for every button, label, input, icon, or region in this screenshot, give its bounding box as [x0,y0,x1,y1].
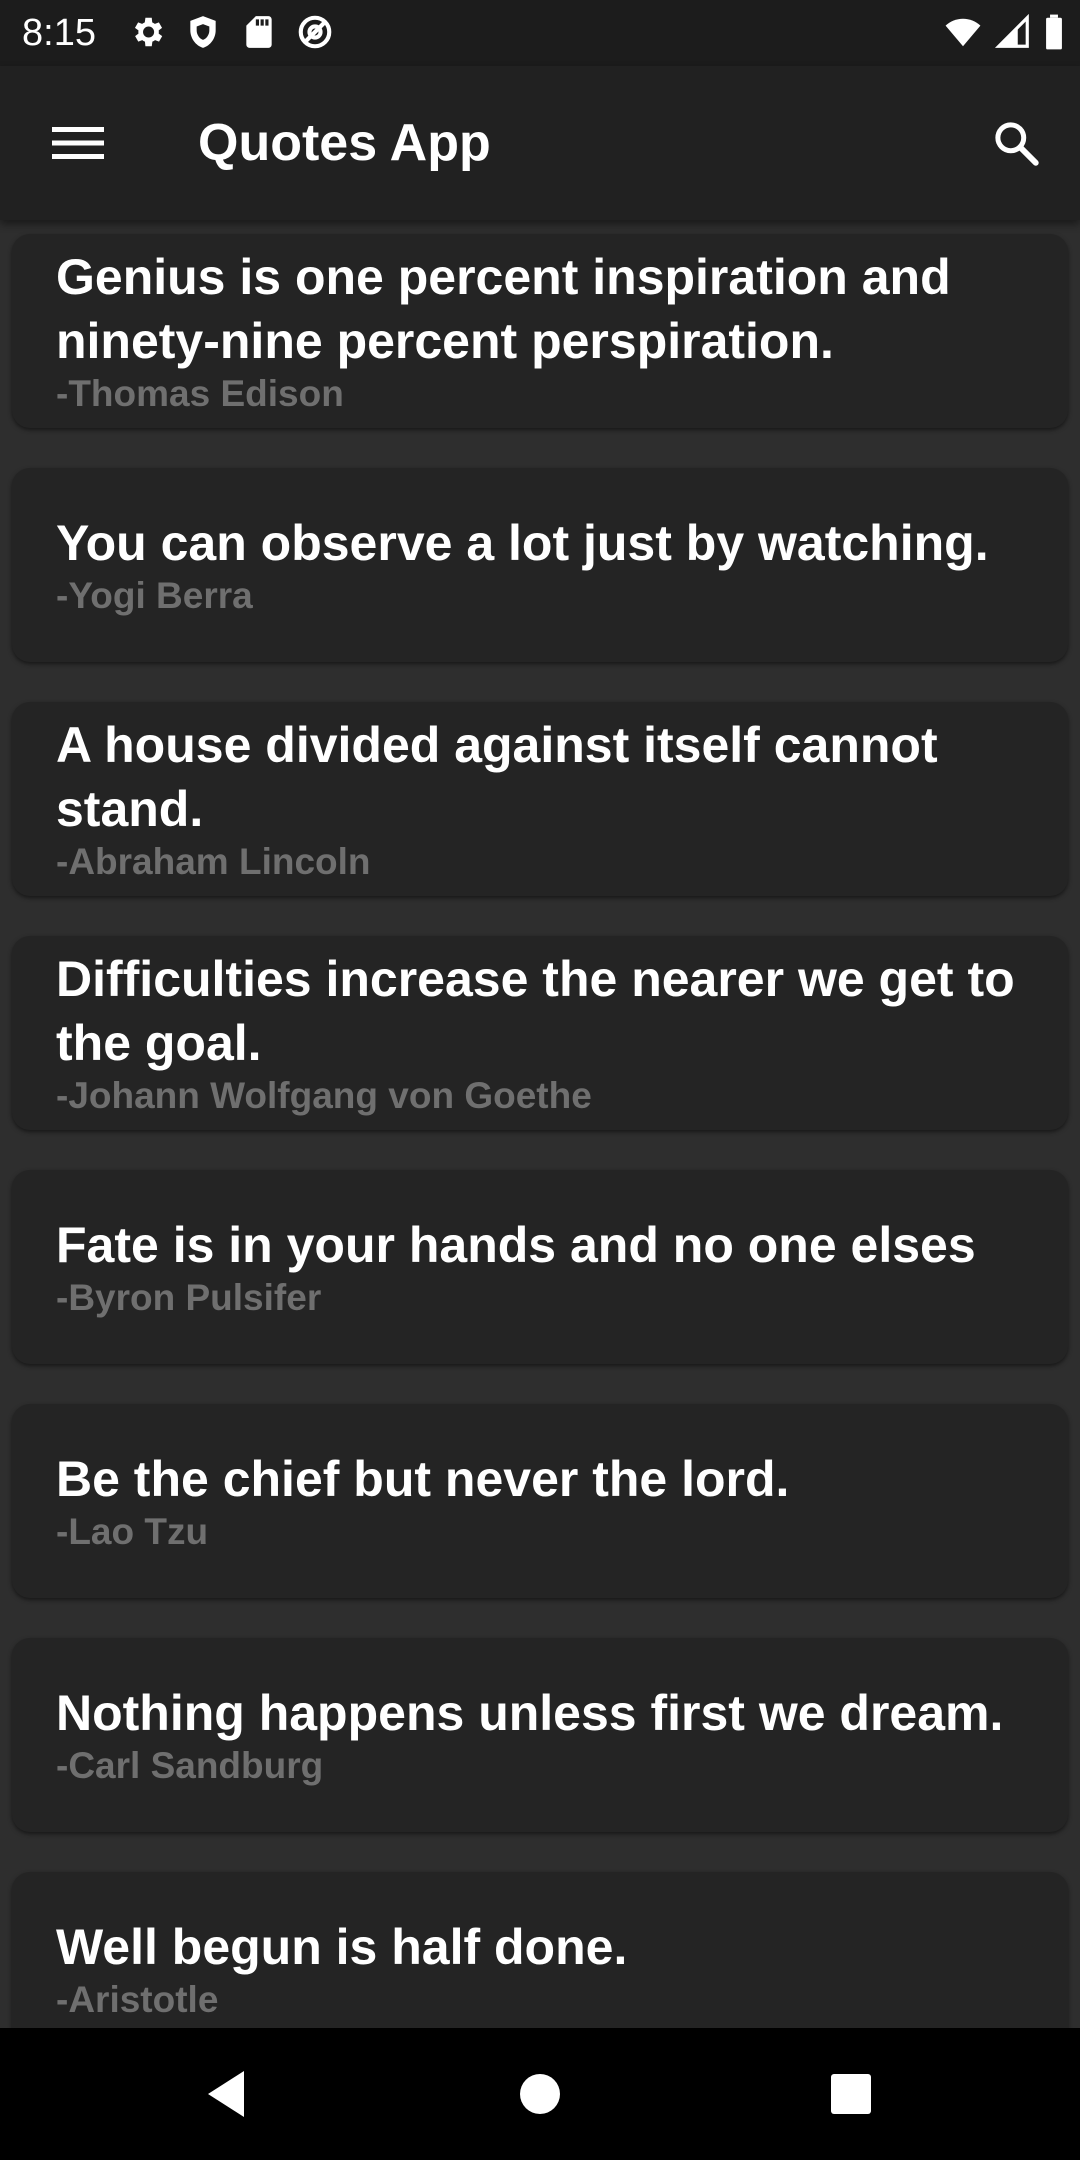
quote-card[interactable]: A house divided against itself cannot st… [12,702,1068,896]
quote-list[interactable]: Genius is one percent inspiration and ni… [0,220,1080,2028]
quote-author: -Johann Wolfgang von Goethe [56,1075,592,1116]
status-icons-left [128,13,334,51]
quote-author: -Aristotle [56,1979,219,2020]
back-icon [208,2071,244,2117]
menu-button[interactable] [40,105,116,181]
quote-text: A house divided against itself cannot st… [56,717,938,837]
at-sign-icon [298,15,332,49]
quote-text: Genius is one percent inspiration and ni… [56,249,951,369]
navigation-bar [0,2028,1080,2160]
back-button[interactable] [188,2056,264,2132]
battery-icon [1046,14,1062,50]
settings-icon [134,17,163,47]
quote-text: Nothing happens unless first we dream. [56,1685,1004,1741]
quote-author: -Abraham Lincoln [56,841,371,882]
shield-icon [190,16,216,48]
quote-card[interactable]: Be the chief but never the lord. -Lao Tz… [12,1404,1068,1598]
wifi-icon [945,18,981,47]
quote-author: -Carl Sandburg [56,1745,324,1786]
home-button[interactable] [502,2056,578,2132]
quote-text: Fate is in your hands and no one elses [56,1217,976,1273]
sd-card-icon [246,16,272,48]
search-button[interactable] [978,105,1054,181]
hamburger-menu-icon [52,127,104,159]
quote-text: Be the chief but never the lord. [56,1451,790,1507]
quote-card[interactable]: Genius is one percent inspiration and ni… [12,234,1068,428]
quote-text: Difficulties increase the nearer we get … [56,951,1015,1071]
quote-author: -Byron Pulsifer [56,1277,322,1318]
quote-author: -Yogi Berra [56,575,253,616]
app-title: Quotes App [198,114,491,172]
signal-icon [994,13,1029,48]
recents-button[interactable] [813,2056,889,2132]
quote-card[interactable]: You can observe a lot just by watching. … [12,468,1068,662]
app-bar: Quotes App [0,66,1080,220]
quote-card[interactable]: Well begun is half done. -Aristotle [12,1872,1068,2028]
quote-card[interactable]: Difficulties increase the nearer we get … [12,936,1068,1130]
status-bar: 8:15 [0,0,1080,66]
search-icon [995,122,1039,166]
quote-author: -Thomas Edison [56,373,344,414]
status-icons-right [942,13,1066,51]
quote-card[interactable]: Fate is in your hands and no one elses -… [12,1170,1068,1364]
home-icon [520,2074,560,2114]
quote-card[interactable]: Nothing happens unless first we dream. -… [12,1638,1068,1832]
status-time: 8:15 [22,12,96,54]
quote-text: Well begun is half done. [56,1919,628,1975]
recents-icon [831,2074,871,2114]
quote-author: -Lao Tzu [56,1511,209,1552]
quote-text: You can observe a lot just by watching. [56,515,989,571]
